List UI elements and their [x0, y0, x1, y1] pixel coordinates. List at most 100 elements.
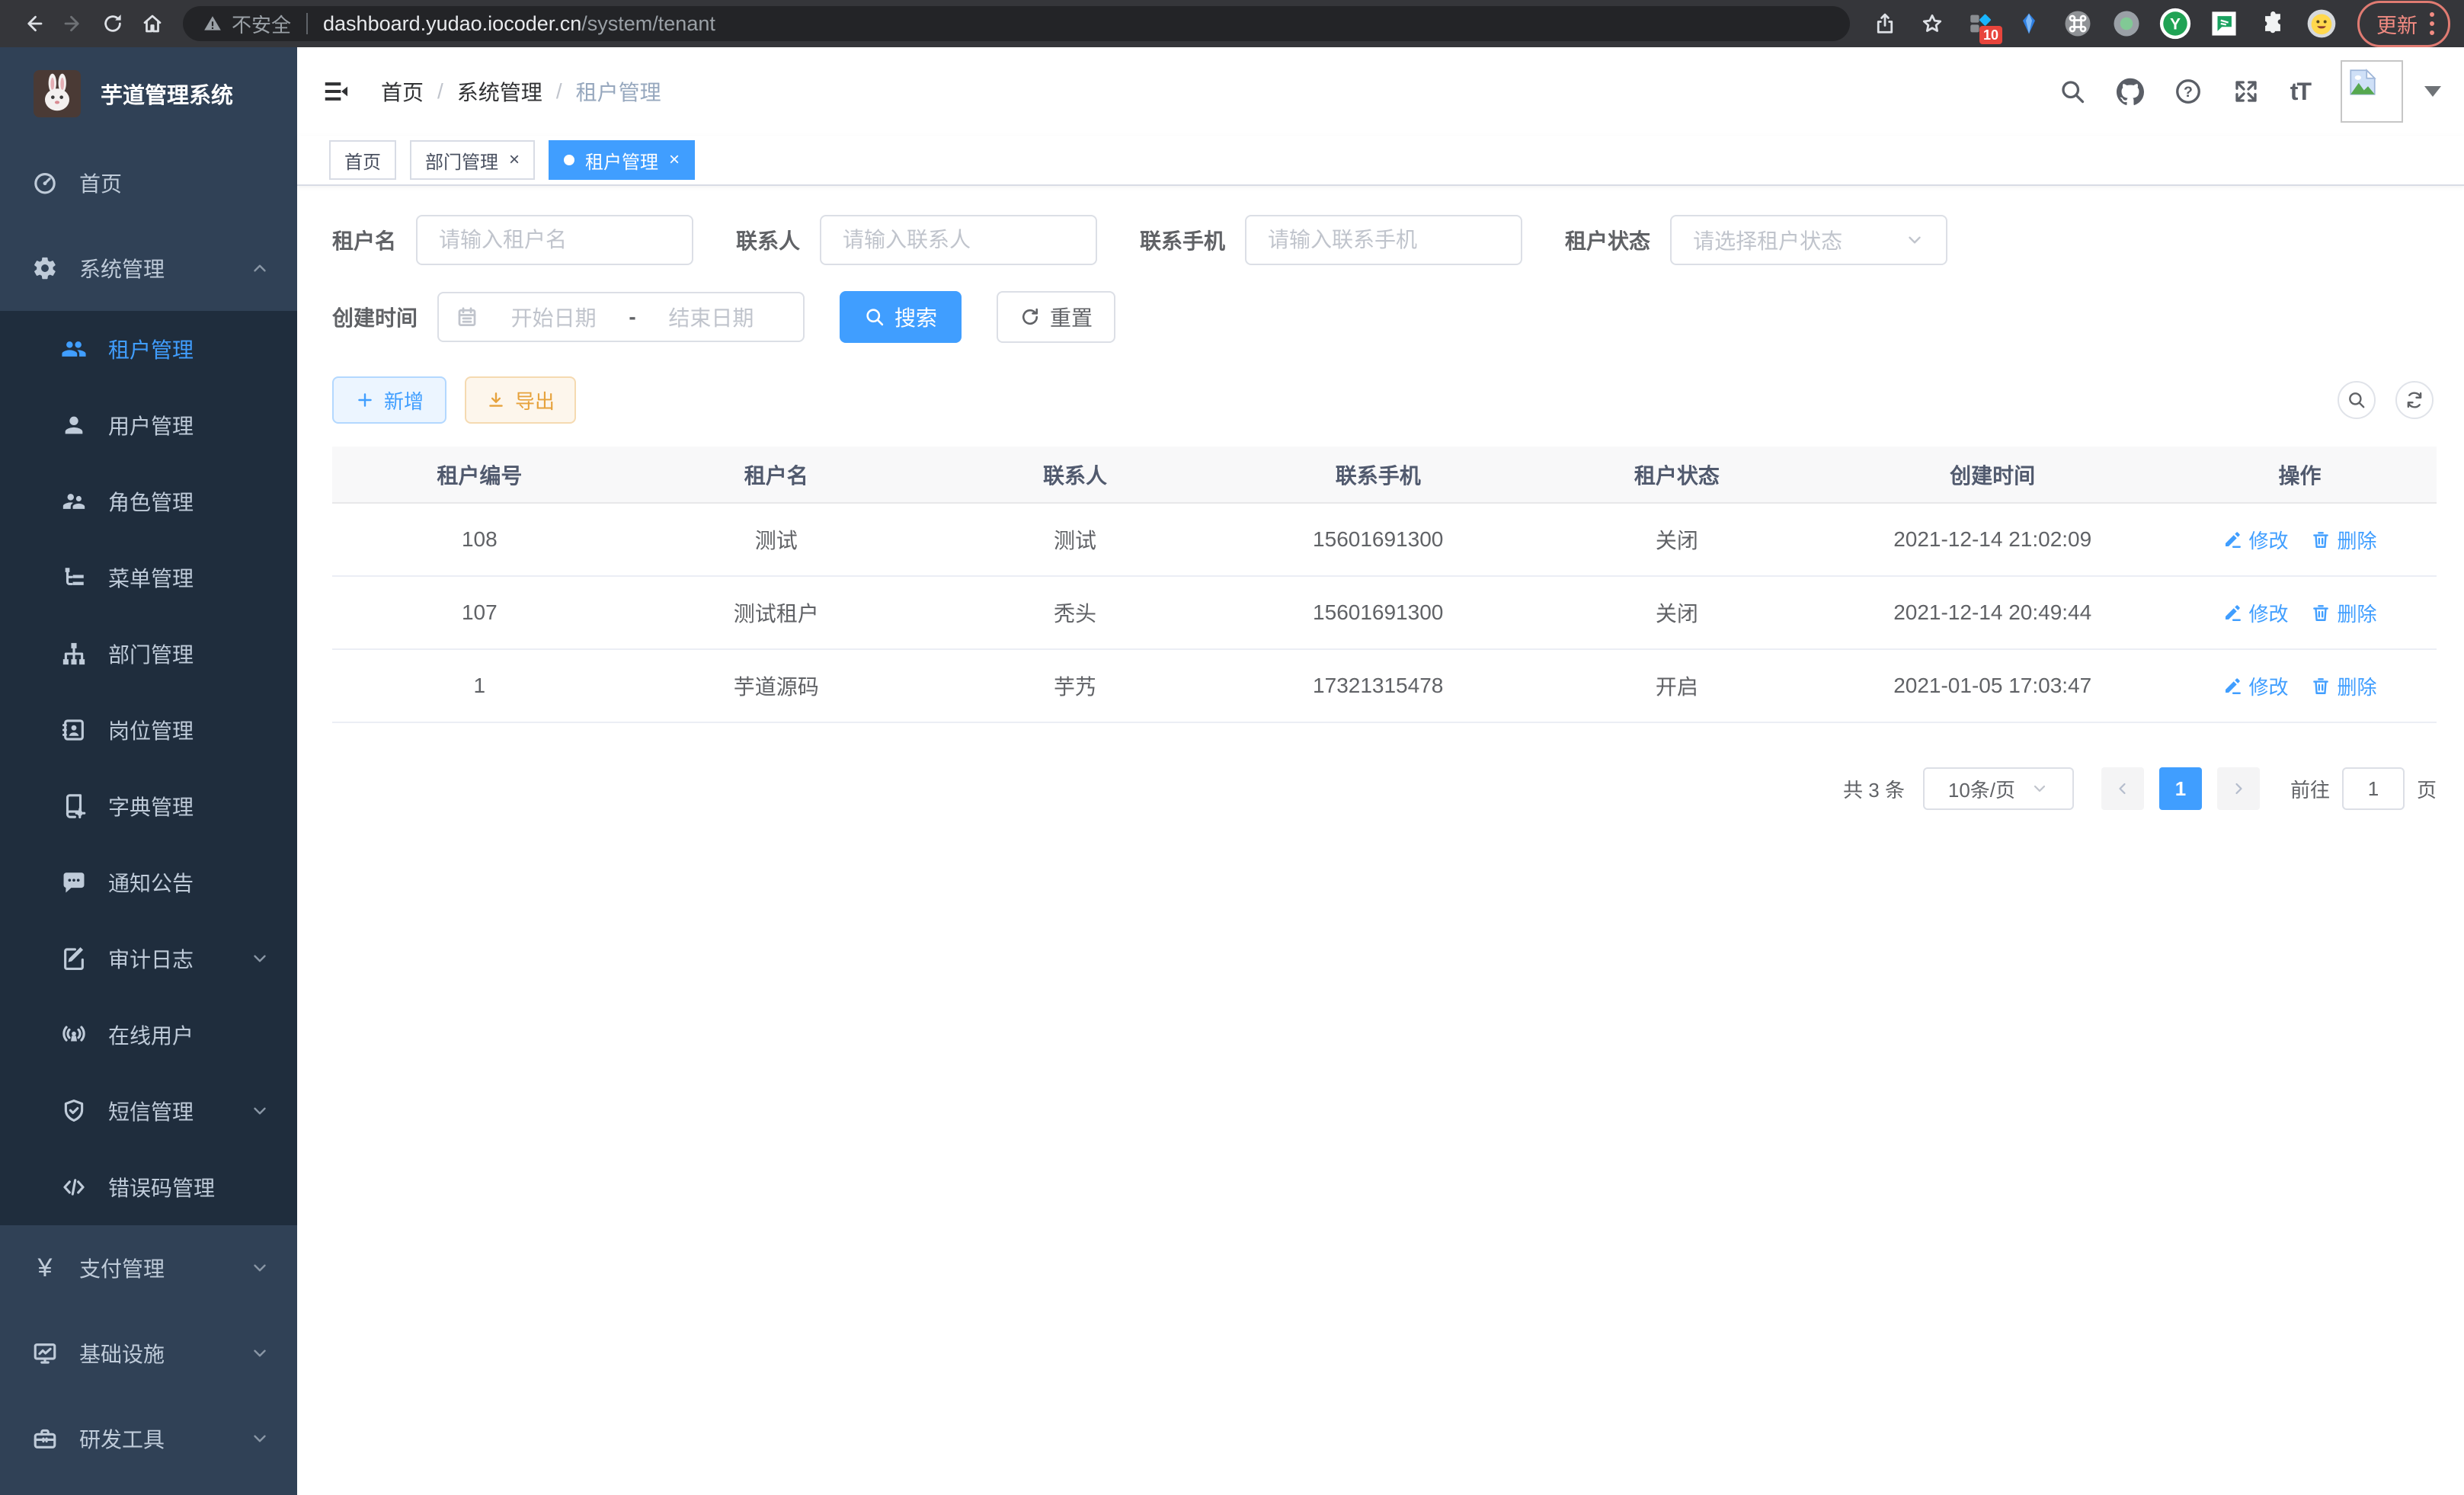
breadcrumb-system[interactable]: 系统管理 — [457, 76, 542, 107]
delete-button[interactable]: 删除 — [2311, 672, 2376, 700]
show-search-toggle-icon[interactable] — [2338, 381, 2376, 419]
app-logo[interactable]: 芋道管理系统 — [0, 47, 297, 140]
sidebar-item-post[interactable]: 岗位管理 — [0, 692, 297, 768]
cell-created: 2021-12-14 21:02:09 — [1822, 503, 2162, 576]
sidebar-item-label: 基础设施 — [79, 1338, 165, 1369]
close-icon[interactable]: × — [509, 151, 520, 169]
export-button[interactable]: 导出 — [465, 376, 576, 424]
sidebar-item-audit-log[interactable]: 审计日志 — [0, 920, 297, 997]
url-host: dashboard.yudao.iocoder.cn — [323, 12, 581, 35]
sidebar-item-label: 角色管理 — [108, 486, 194, 517]
gear-icon — [32, 255, 58, 281]
browser-back-icon[interactable] — [14, 4, 53, 43]
browser-reload-icon[interactable] — [93, 4, 133, 43]
sidebar-item-role[interactable]: 角色管理 — [0, 463, 297, 539]
contact-input[interactable] — [820, 215, 1097, 265]
delete-button[interactable]: 删除 — [2311, 599, 2376, 627]
tenant-name-input[interactable] — [416, 215, 693, 265]
main-area: 首页 / 系统管理 / 租户管理 ? tT — [297, 47, 2464, 1495]
header-search-icon[interactable] — [2059, 78, 2086, 105]
chevron-down-icon — [250, 1343, 270, 1363]
status-select[interactable]: 请选择租户状态 — [1670, 215, 1947, 265]
share-icon[interactable] — [1865, 4, 1905, 43]
sidebar-item-system[interactable]: 系统管理 — [0, 226, 297, 311]
sidebar-item-payment[interactable]: ¥ 支付管理 — [0, 1225, 297, 1311]
cell-tenant-id: 108 — [332, 503, 627, 576]
url-text: dashboard.yudao.iocoder.cn/system/tenant — [323, 12, 715, 36]
refresh-table-icon[interactable] — [2395, 381, 2434, 419]
date-range-picker[interactable]: 开始日期 - 结束日期 — [437, 292, 805, 342]
sidebar-item-menu[interactable]: 菜单管理 — [0, 539, 297, 616]
tag-dept[interactable]: 部门管理 × — [410, 140, 535, 180]
cell-status: 开启 — [1531, 649, 1822, 722]
reset-button[interactable]: 重置 — [997, 291, 1115, 343]
sidebar-item-dict[interactable]: 字典管理 — [0, 768, 297, 844]
export-button-label: 导出 — [515, 386, 555, 415]
extension-chat-icon[interactable] — [2203, 3, 2245, 44]
github-icon[interactable] — [2117, 78, 2144, 105]
help-icon[interactable]: ? — [2174, 78, 2202, 105]
extension-y-icon[interactable]: Y — [2155, 3, 2196, 44]
browser-update-button[interactable]: 更新 — [2357, 1, 2450, 47]
sidebar-item-label: 租户管理 — [108, 334, 194, 364]
site-security[interactable]: 不安全 — [203, 10, 291, 38]
sidebar-item-infra[interactable]: 基础设施 — [0, 1311, 297, 1396]
add-button[interactable]: 新增 — [332, 376, 446, 424]
bookmark-star-icon[interactable] — [1912, 4, 1952, 43]
edit-button[interactable]: 修改 — [2222, 672, 2288, 700]
browser-home-icon[interactable] — [133, 4, 172, 43]
breadcrumb-home[interactable]: 首页 — [381, 76, 424, 107]
plus-icon — [355, 390, 375, 410]
avatar[interactable] — [2341, 60, 2403, 123]
sidebar-item-user[interactable]: 用户管理 — [0, 387, 297, 463]
extension-emoji-icon[interactable] — [2301, 3, 2342, 44]
mobile-input[interactable] — [1245, 215, 1522, 265]
sidebar-item-home[interactable]: 首页 — [0, 140, 297, 226]
breadcrumb: 首页 / 系统管理 / 租户管理 — [381, 76, 661, 107]
prev-page-button[interactable] — [2101, 767, 2144, 810]
sidebar-toggle-icon[interactable] — [317, 72, 355, 110]
edit-button[interactable]: 修改 — [2222, 599, 2288, 627]
col-status: 租户状态 — [1531, 447, 1822, 503]
delete-button[interactable]: 删除 — [2311, 526, 2376, 554]
fullscreen-icon[interactable] — [2232, 78, 2260, 105]
tag-tenant[interactable]: 租户管理 × — [549, 140, 695, 180]
close-icon[interactable]: × — [669, 151, 680, 169]
sidebar-item-dev-tools[interactable]: 研发工具 — [0, 1396, 297, 1481]
edit-button[interactable]: 修改 — [2222, 526, 2288, 554]
table-header-row: 租户编号 租户名 联系人 联系手机 租户状态 创建时间 操作 — [332, 447, 2437, 503]
search-button[interactable]: 搜索 — [840, 291, 962, 343]
extension-command-icon[interactable] — [2057, 3, 2098, 44]
extension-gem-icon[interactable] — [2008, 3, 2050, 44]
avatar-dropdown-caret[interactable] — [2424, 86, 2441, 97]
browser-menu-icon[interactable] — [2430, 12, 2434, 35]
extension-recorder-icon[interactable] — [2106, 3, 2147, 44]
tag-label: 部门管理 — [425, 147, 498, 174]
tag-label: 首页 — [344, 147, 381, 174]
sidebar-item-label: 用户管理 — [108, 410, 194, 440]
sidebar-item-notice[interactable]: 通知公告 — [0, 844, 297, 920]
extension-tabs-icon[interactable]: 10 — [1960, 3, 2001, 44]
sidebar-item-tenant[interactable]: 租户管理 — [0, 311, 297, 387]
mobile-label: 联系手机 — [1140, 225, 1225, 255]
page-size-value: 10条/页 — [1948, 775, 2015, 803]
sidebar-item-label: 系统管理 — [79, 253, 165, 283]
next-page-button[interactable] — [2217, 767, 2260, 810]
page-size-select[interactable]: 10条/页 — [1923, 767, 2074, 810]
chevron-down-icon — [250, 949, 270, 968]
address-bar[interactable]: 不安全 dashboard.yudao.iocoder.cn/system/te… — [183, 6, 1850, 41]
col-contact: 联系人 — [926, 447, 1224, 503]
download-icon — [486, 390, 506, 410]
sidebar-item-error-code[interactable]: 错误码管理 — [0, 1149, 297, 1225]
chevron-down-icon — [2030, 780, 2049, 798]
text-size-icon[interactable]: tT — [2290, 78, 2310, 106]
sidebar-item-online-users[interactable]: 在线用户 — [0, 997, 297, 1073]
tag-home[interactable]: 首页 — [329, 140, 396, 180]
sidebar-item-dept[interactable]: 部门管理 — [0, 616, 297, 692]
sidebar-item-sms[interactable]: 短信管理 — [0, 1073, 297, 1149]
sidebar-item-label: 菜单管理 — [108, 562, 194, 593]
browser-forward-icon[interactable] — [53, 4, 93, 43]
goto-page-input[interactable] — [2342, 767, 2405, 810]
page-number-1[interactable]: 1 — [2159, 767, 2202, 810]
extension-puzzle-icon[interactable] — [2252, 3, 2293, 44]
